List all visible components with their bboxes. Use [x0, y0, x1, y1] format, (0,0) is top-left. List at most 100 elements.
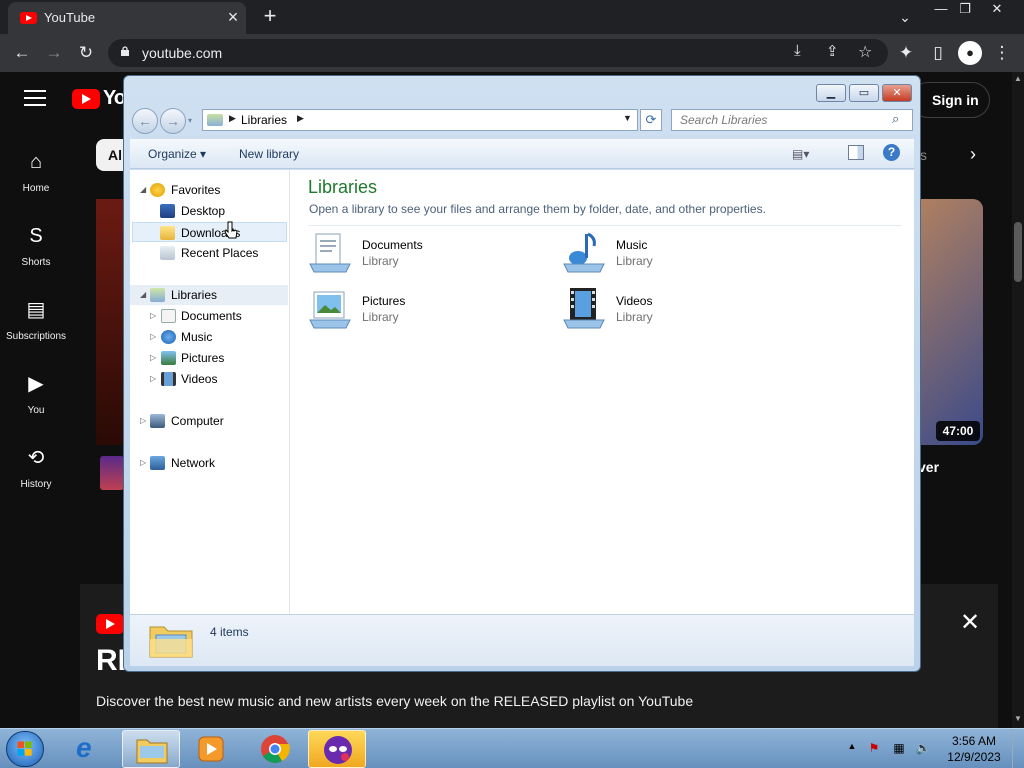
library-videos[interactable]: Videos Library [562, 286, 802, 336]
address-bar[interactable]: youtube.com ⤓ ⇪ ☆ [108, 39, 888, 67]
new-library-button[interactable]: New library [239, 147, 299, 161]
install-app-icon[interactable]: ⤓ [794, 42, 801, 59]
window-restore-button[interactable]: ❐ [950, 0, 980, 18]
explorer-minimize-button[interactable]: ▁ [816, 84, 846, 102]
expand-arrow-icon[interactable]: ▷ [140, 453, 146, 473]
nav-label: Libraries [171, 288, 218, 302]
sign-in-button[interactable]: Sign in [910, 82, 990, 118]
nav-documents[interactable]: ▷ Documents [130, 306, 288, 326]
nav-network[interactable]: ▷ Network [130, 453, 288, 473]
nav-videos[interactable]: ▷ Videos [130, 369, 288, 389]
nav-subscriptions[interactable]: ▤ Subscriptions [0, 290, 72, 360]
address-dropdown-icon[interactable]: ▼ [623, 113, 632, 123]
channel-avatar[interactable] [100, 456, 124, 490]
taskbar-chrome[interactable] [246, 730, 304, 768]
nav-shorts[interactable]: S Shorts [0, 216, 72, 286]
library-pictures[interactable]: Pictures Library [308, 286, 548, 336]
youtube-logo-icon[interactable] [72, 89, 100, 109]
browser-toolbar: ← → ↻ youtube.com ⤓ ⇪ ☆ ✦ ▯ ● ⋮ [0, 34, 1024, 72]
expand-arrow-icon[interactable]: ▷ [140, 411, 146, 431]
action-center-icon[interactable]: ⚑ [866, 741, 882, 757]
breadcrumb-arrow-icon[interactable]: ▶ [297, 113, 304, 124]
back-arrow-icon[interactable]: ← [132, 108, 158, 134]
taskbar-internet-explorer[interactable]: e [62, 730, 120, 768]
side-panel-icon[interactable]: ▯ [926, 41, 950, 65]
command-bar: Organize ▾ New library ▤▾ ? [130, 139, 914, 169]
video-title[interactable]: ver [918, 459, 939, 475]
nav-music[interactable]: ▷ Music [130, 327, 288, 347]
taskbar-media-player[interactable] [182, 730, 240, 768]
scrollbar-thumb[interactable] [1014, 222, 1022, 282]
profile-avatar-icon[interactable]: ● [958, 41, 982, 65]
nav-label: Network [171, 456, 216, 470]
reload-icon[interactable]: ↻ [74, 41, 98, 65]
extensions-puzzle-icon[interactable]: ✦ [894, 41, 918, 65]
search-input[interactable]: Search Libraries ⌕ [671, 109, 913, 131]
expand-arrow-icon[interactable]: ▷ [150, 369, 156, 389]
chrome-menu-icon[interactable]: ⋮ [990, 41, 1014, 65]
nav-history[interactable]: ⟲ History [0, 438, 72, 508]
scroll-up-icon[interactable]: ▲ [1014, 74, 1022, 83]
video-thumbnail[interactable] [96, 199, 126, 445]
organize-button[interactable]: Organize ▾ [148, 147, 206, 161]
window-close-button[interactable]: ✕ [982, 0, 1012, 18]
nav-favorites[interactable]: ◢ Favorites [130, 180, 288, 200]
you-icon: ▶ [28, 373, 44, 395]
video-thumbnail[interactable] [920, 199, 983, 445]
library-type: Library [616, 254, 653, 268]
help-icon[interactable]: ? [883, 144, 900, 161]
breadcrumb-libraries[interactable]: Libraries [241, 113, 287, 127]
forward-arrow-icon[interactable]: → [160, 108, 186, 134]
explorer-maximize-button[interactable]: ▭ [849, 84, 879, 102]
change-view-icon[interactable]: ▤▾ [792, 147, 809, 161]
nav-downloads[interactable]: Downloads [132, 222, 287, 242]
nav-home[interactable]: ⌂ Home [0, 142, 72, 212]
new-tab-button[interactable]: + [258, 4, 282, 28]
expand-arrow-icon[interactable]: ▷ [150, 327, 156, 347]
browser-tab-youtube[interactable]: YouTube × [8, 2, 246, 34]
nav-desktop[interactable]: Desktop [130, 201, 288, 221]
show-desktop-button[interactable] [1012, 729, 1024, 768]
nav-label: Computer [171, 414, 224, 428]
recent-places-icon [160, 246, 175, 260]
expand-arrow-icon[interactable]: ▷ [150, 348, 156, 368]
show-hidden-icons-icon[interactable]: ▲ [844, 741, 860, 757]
tab-close-icon[interactable]: × [224, 7, 242, 27]
collapse-arrow-icon[interactable]: ◢ [140, 180, 146, 200]
documents-icon [161, 309, 176, 323]
back-arrow-icon[interactable]: ← [10, 41, 34, 65]
nav-pictures[interactable]: ▷ Pictures [130, 348, 288, 368]
nav-computer[interactable]: ▷ Computer [130, 411, 288, 431]
volume-muted-icon[interactable]: 🔈 [915, 741, 931, 757]
scroll-down-icon[interactable]: ▼ [1014, 714, 1022, 723]
library-music[interactable]: Music Library [562, 230, 802, 280]
nav-recent-places[interactable]: Recent Places [130, 243, 288, 263]
recent-pages-dropdown-icon[interactable]: ▾ [188, 116, 192, 125]
expand-arrow-icon[interactable]: ▷ [150, 306, 156, 326]
nav-libraries[interactable]: ◢ Libraries [130, 285, 288, 305]
chevron-right-icon[interactable]: › [970, 144, 976, 165]
collapse-arrow-icon[interactable]: ◢ [140, 285, 146, 305]
search-icon[interactable]: ⌕ [892, 111, 899, 127]
media-player-icon [198, 736, 224, 762]
library-documents[interactable]: Documents Library [308, 230, 548, 280]
close-icon[interactable]: ✕ [960, 608, 980, 637]
taskbar-app[interactable] [308, 730, 366, 768]
system-clock[interactable]: 3:56 AM 12/9/2023 [944, 733, 1004, 765]
explorer-address-bar[interactable]: ▶ Libraries ▶ ▼ [202, 109, 638, 131]
nav-you[interactable]: ▶ You [0, 364, 72, 434]
share-icon[interactable]: ⇪ [826, 42, 839, 60]
chip-partial[interactable]: s [920, 147, 927, 163]
taskbar-windows-explorer[interactable] [122, 730, 180, 768]
refresh-icon[interactable]: ⟳ [640, 109, 662, 131]
start-button[interactable] [6, 731, 44, 767]
tab-search-icon[interactable]: ⌄ [890, 8, 920, 26]
network-tray-icon[interactable]: ▦ [891, 741, 907, 757]
hamburger-menu-icon[interactable] [24, 90, 46, 106]
breadcrumb-arrow-icon[interactable]: ▶ [229, 113, 236, 124]
forward-arrow-icon[interactable]: → [42, 41, 66, 65]
preview-pane-icon[interactable] [848, 145, 864, 160]
bookmark-star-icon[interactable]: ☆ [858, 42, 872, 62]
explorer-close-button[interactable]: ✕ [882, 84, 912, 102]
page-scrollbar[interactable]: ▲ ▼ [1012, 72, 1024, 728]
